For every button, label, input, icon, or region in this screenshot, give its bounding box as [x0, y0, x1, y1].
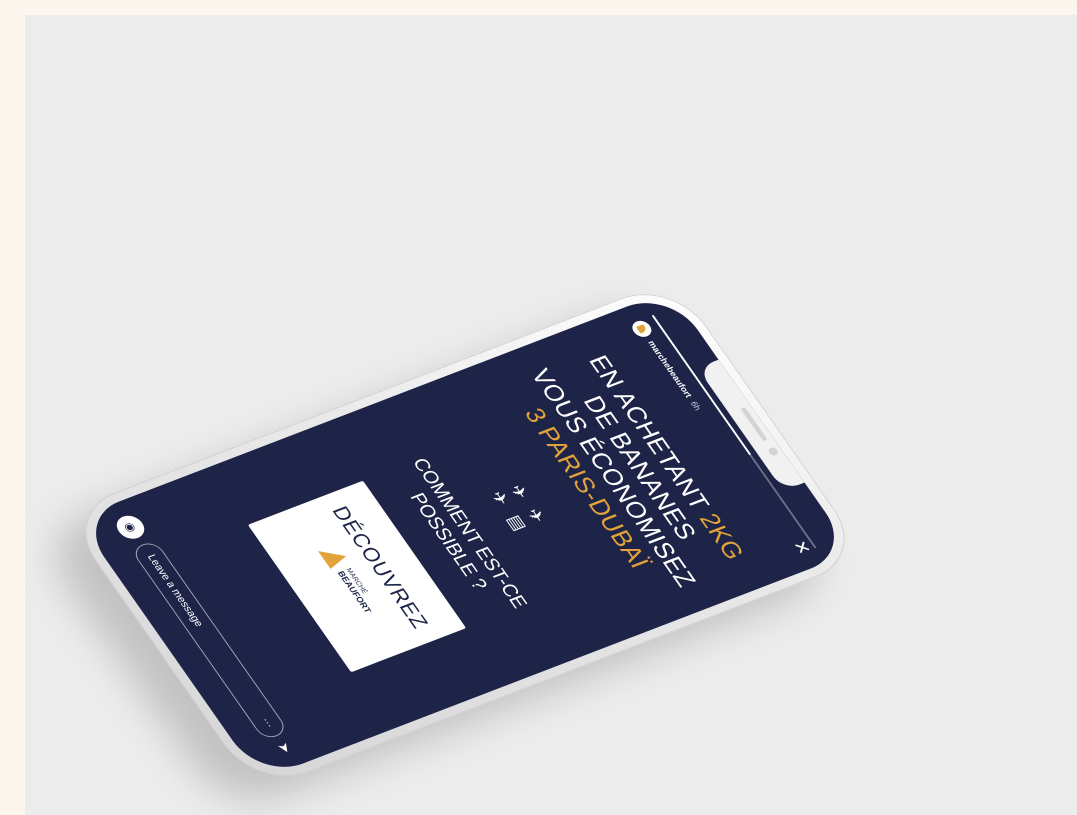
story-screen: marchebeaufort 6h ✕ EN ACHETANT 2KG DE B…	[76, 290, 854, 780]
speaker-grille	[740, 406, 768, 442]
send-icon[interactable]: ➤	[274, 740, 296, 755]
sailboat-logo-icon	[636, 324, 648, 334]
story-headline: EN ACHETANT 2KG DE BANANES VOUS ÉCONOMIS…	[482, 321, 772, 624]
phone-notch	[697, 359, 807, 491]
message-placeholder: Leave a message	[144, 553, 206, 629]
phone-mockup: marchebeaufort 6h ✕ EN ACHETANT 2KG DE B…	[62, 278, 868, 792]
avatar[interactable]	[628, 318, 656, 340]
message-input[interactable]: Leave a message ···	[130, 539, 290, 742]
story-username[interactable]: marchebeaufort	[646, 339, 694, 398]
camera-icon[interactable]: ◉	[111, 512, 150, 543]
more-options-icon[interactable]: ···	[253, 714, 282, 732]
front-camera	[766, 446, 780, 457]
mockup-backdrop: marchebeaufort 6h ✕ EN ACHETANT 2KG DE B…	[25, 15, 1077, 815]
sailboat-icon	[318, 543, 350, 568]
story-timestamp: 6h	[688, 400, 704, 412]
